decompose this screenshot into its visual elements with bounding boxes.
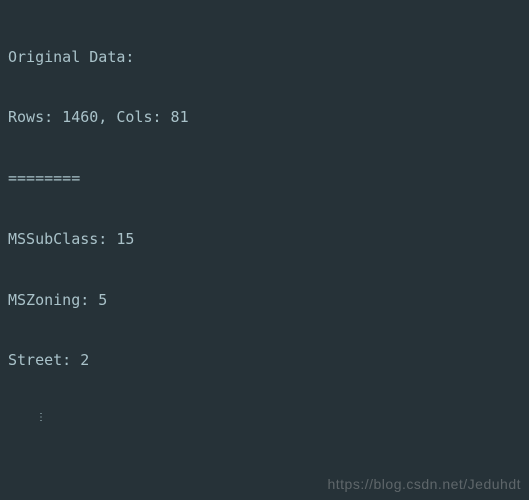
orig-title: Original Data: xyxy=(8,47,521,67)
orig-vdots: ⋮ xyxy=(8,411,521,425)
terminal-output: Original Data: Rows: 1460, Cols: 81 ====… xyxy=(0,0,529,500)
orig-sep: ======== xyxy=(8,168,521,188)
blank1 xyxy=(8,465,521,485)
orig-shape: Rows: 1460, Cols: 81 xyxy=(8,107,521,127)
orig-feat2: MSZoning: 5 xyxy=(8,290,521,310)
orig-feat1: MSSubClass: 15 xyxy=(8,229,521,249)
orig-feat3: Street: 2 xyxy=(8,350,521,370)
